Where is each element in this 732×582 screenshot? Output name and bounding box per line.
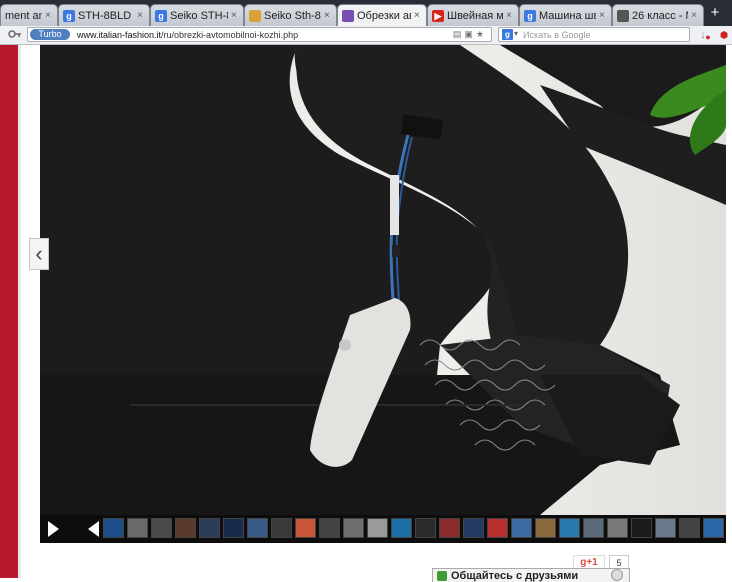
gallery-thumbnail[interactable] (487, 518, 508, 538)
youtube-icon: ▶ (432, 9, 444, 22)
thumbnail-strip (40, 515, 726, 543)
tab-7[interactable]: 26 класс - Метал...× (612, 4, 704, 26)
tab-4[interactable]: Обрезки автомо...× (337, 4, 427, 26)
close-tab-icon[interactable]: × (45, 10, 53, 21)
close-tab-icon[interactable]: × (691, 10, 699, 21)
adblock-icon[interactable]: ⬢ (717, 28, 731, 42)
site-left-border (0, 45, 21, 578)
chat-bar[interactable]: Общайтесь с друзьями (432, 568, 630, 582)
tab-2[interactable]: gSeiko STH-8BLD-...× (150, 4, 244, 26)
gallery-thumbnail[interactable] (631, 518, 652, 538)
tab-0[interactable]: ment and t...× (0, 4, 58, 26)
gallery-thumbnail[interactable] (391, 518, 412, 538)
page-icon (249, 9, 261, 22)
gallery-thumbnail[interactable] (607, 518, 628, 538)
close-tab-icon[interactable]: × (506, 10, 514, 21)
gallery-thumbnail[interactable] (343, 518, 364, 538)
tab-title: Seiko Sth-8Bld-3 ... (264, 9, 321, 22)
tab-title: ment and t... (5, 9, 42, 22)
tab-title: Швейная машин... (447, 9, 503, 22)
close-tab-icon[interactable]: × (599, 10, 607, 21)
globe-icon (617, 9, 629, 22)
bookmark-icon[interactable]: ▣ (464, 29, 476, 39)
tab-title: STH-8BLD - Поис... (78, 9, 134, 22)
close-tab-icon[interactable]: × (137, 10, 145, 21)
gallery-thumbnail[interactable] (151, 518, 172, 538)
chat-close-icon[interactable] (611, 569, 623, 581)
gallery-thumbnail[interactable] (415, 518, 436, 538)
gallery-thumbnail[interactable] (103, 518, 124, 538)
gallery-thumbnail[interactable] (679, 518, 700, 538)
gallery-thumbnail[interactable] (247, 518, 268, 538)
gallery-thumbnail[interactable] (271, 518, 292, 538)
gallery-thumbnail[interactable] (439, 518, 460, 538)
key-icon[interactable] (8, 28, 22, 42)
google-icon: g (63, 9, 75, 22)
search-box[interactable]: g ▾ Искать в Google (498, 27, 690, 42)
tab-3[interactable]: Seiko Sth-8Bld-3 ...× (244, 4, 337, 26)
address-bar-icons[interactable]: ▤▣★ (453, 29, 487, 40)
gallery-thumbnail[interactable] (559, 518, 580, 538)
tab-title: Обрезки автомо... (357, 9, 411, 22)
google-icon: g (155, 9, 167, 22)
leather-seat-photo (40, 45, 726, 515)
play-icon[interactable] (48, 521, 59, 537)
google-icon: g (524, 9, 536, 22)
stop-icon[interactable]: ● (701, 30, 715, 44)
web-page: ‹ g+1 5 Общайтесь с друзьями (0, 45, 732, 582)
gallery-thumbnail[interactable] (703, 518, 724, 538)
tab-title: Машина швейн... (539, 9, 596, 22)
close-tab-icon[interactable]: × (231, 10, 239, 21)
gallery-thumbnail[interactable] (367, 518, 388, 538)
gallery-thumbnail[interactable] (655, 518, 676, 538)
star-icon[interactable]: ★ (476, 29, 487, 39)
gallery-thumbnail[interactable] (295, 518, 316, 538)
tab-5[interactable]: ▶Швейная машин...× (427, 4, 519, 26)
gallery-thumbnail[interactable] (463, 518, 484, 538)
gallery-thumbnail[interactable] (511, 518, 532, 538)
gallery-thumbnail[interactable] (223, 518, 244, 538)
chat-label: Общайтесь с друзьями (451, 570, 579, 582)
gallery-thumbnail[interactable] (175, 518, 196, 538)
new-tab-button[interactable]: + (708, 5, 722, 20)
rss-icon[interactable]: ▤ (453, 29, 465, 39)
browser-toolbar: Turbo www.italian-fashion.it/ru/obrezki-… (0, 26, 732, 45)
close-tab-icon[interactable]: × (414, 10, 422, 21)
gallery-prev-button[interactable]: ‹ (29, 238, 49, 270)
tab-title: 26 класс - Метал... (632, 9, 688, 22)
google-icon[interactable]: g (502, 29, 513, 40)
url-text[interactable]: www.italian-fashion.it/ru/obrezki-avtomo… (77, 29, 298, 41)
gallery-thumbnail[interactable] (535, 518, 556, 538)
back-icon[interactable] (88, 521, 99, 537)
tab-6[interactable]: gМашина швейн...× (519, 4, 612, 26)
tab-strip: ment and t...×gSTH-8BLD - Поис...×gSeiko… (0, 0, 732, 26)
chat-icon (437, 571, 447, 581)
turbo-badge[interactable]: Turbo (30, 29, 70, 40)
search-engine-dropdown-icon[interactable]: ▾ (514, 29, 518, 38)
gallery-photo[interactable] (40, 45, 726, 515)
gallery-thumbnail[interactable] (199, 518, 220, 538)
search-placeholder[interactable]: Искать в Google (523, 29, 591, 41)
gallery-thumbnail[interactable] (127, 518, 148, 538)
tab-title: Seiko STH-8BLD-... (170, 9, 228, 22)
close-tab-icon[interactable]: × (324, 10, 332, 21)
gallery-thumbnail[interactable] (583, 518, 604, 538)
site-icon (342, 9, 354, 22)
gallery-thumbnail[interactable] (319, 518, 340, 538)
address-bar[interactable]: Turbo www.italian-fashion.it/ru/obrezki-… (27, 27, 492, 42)
tab-1[interactable]: gSTH-8BLD - Поис...× (58, 4, 150, 26)
